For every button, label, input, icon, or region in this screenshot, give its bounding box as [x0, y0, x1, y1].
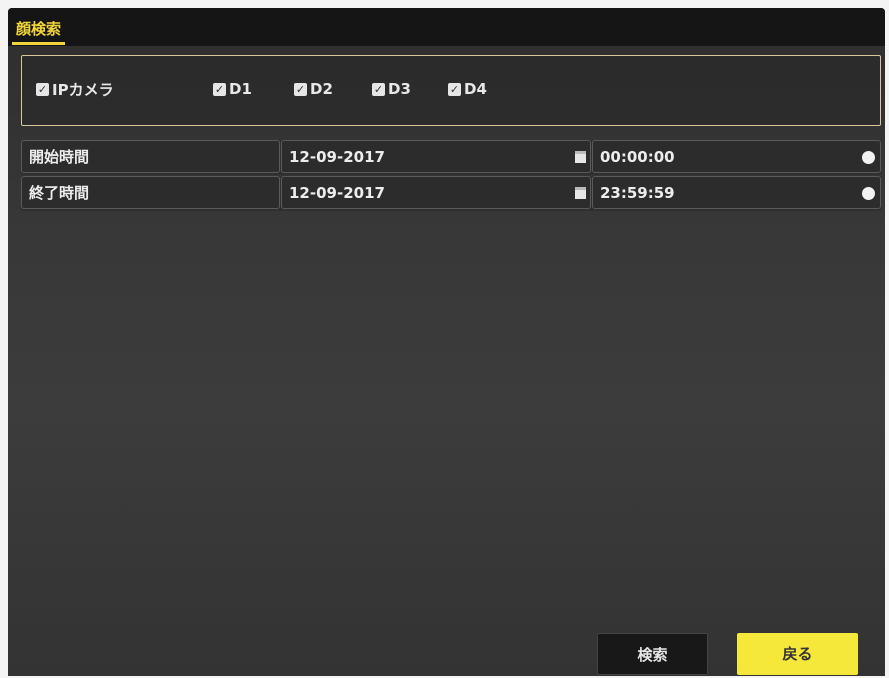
checkbox-ip-camera[interactable]: ✓ IPカメラ [36, 80, 114, 99]
title-bar: 顔検索 [8, 8, 885, 46]
search-button[interactable]: 検索 [597, 633, 708, 675]
checkmark-icon: ✓ [36, 82, 49, 96]
end-time-field[interactable]: 23:59:59 [592, 176, 881, 209]
checkbox-d1[interactable]: ✓ D1 [213, 80, 252, 98]
clock-icon[interactable] [862, 187, 875, 200]
checkbox-label-d1: D1 [229, 80, 252, 98]
clock-icon[interactable] [862, 151, 875, 164]
start-time-field[interactable]: 00:00:00 [592, 140, 881, 173]
checkbox-d3[interactable]: ✓ D3 [372, 80, 411, 98]
checkbox-label-d2: D2 [310, 80, 333, 98]
end-time-value: 23:59:59 [600, 184, 675, 202]
start-time-label: 開始時間 [21, 140, 280, 173]
checkmark-icon: ✓ [294, 82, 307, 96]
checkbox-label-ip-camera: IPカメラ [52, 80, 114, 99]
start-date-value: 12-09-2017 [289, 148, 385, 166]
calendar-icon[interactable] [575, 187, 586, 199]
face-search-screen: 顔検索 ✓ IPカメラ ✓ D1 ✓ D2 ✓ D3 ✓ D4 開始時間 12-… [8, 8, 885, 676]
checkbox-d4[interactable]: ✓ D4 [448, 80, 487, 98]
tab-face-search[interactable]: 顔検索 [12, 18, 66, 45]
end-date-value: 12-09-2017 [289, 184, 385, 202]
checkbox-d2[interactable]: ✓ D2 [294, 80, 333, 98]
camera-selection-panel: ✓ IPカメラ ✓ D1 ✓ D2 ✓ D3 ✓ D4 [21, 55, 881, 126]
start-time-row: 開始時間 12-09-2017 00:00:00 [21, 140, 881, 175]
start-date-field[interactable]: 12-09-2017 [281, 140, 591, 173]
end-time-row: 終了時間 12-09-2017 23:59:59 [21, 176, 881, 211]
checkmark-icon: ✓ [372, 82, 385, 96]
checkbox-label-d3: D3 [388, 80, 411, 98]
end-time-label: 終了時間 [21, 176, 280, 209]
back-button[interactable]: 戻る [737, 633, 858, 675]
checkbox-label-d4: D4 [464, 80, 487, 98]
end-date-field[interactable]: 12-09-2017 [281, 176, 591, 209]
calendar-icon[interactable] [575, 151, 586, 163]
checkmark-icon: ✓ [448, 82, 461, 96]
start-time-value: 00:00:00 [600, 148, 675, 166]
checkmark-icon: ✓ [213, 82, 226, 96]
